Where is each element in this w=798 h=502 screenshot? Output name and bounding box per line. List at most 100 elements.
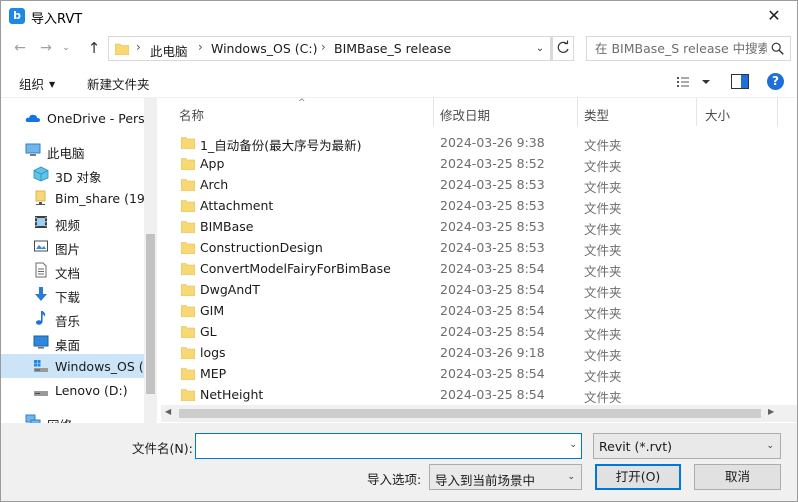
import-options-value: 导入到当前场景中 <box>435 473 536 488</box>
file-list-horizontal-scrollbar[interactable]: ◀ ▶ <box>161 405 780 422</box>
file-row[interactable]: DwgAndT 2024-03-25 8:54 文件夹 <box>161 279 777 300</box>
file-list-vertical-scrollbar[interactable] <box>780 98 797 405</box>
nav-item-music[interactable]: 音乐 <box>1 306 144 330</box>
search-icon[interactable] <box>771 42 784 55</box>
breadcrumb-drive-c[interactable]: Windows_OS (C:) <box>211 41 318 56</box>
network-icon <box>25 414 41 423</box>
chevron-down-icon[interactable]: ⌄ <box>569 440 577 450</box>
file-row[interactable]: 1_自动备份(最大序号为最新) 2024-03-26 9:38 文件夹 <box>161 132 777 153</box>
nav-item-pictures[interactable]: 图片 <box>1 234 144 258</box>
address-dropdown-button[interactable]: ⌄ <box>530 36 551 61</box>
file-type: 文件夹 <box>584 264 622 279</box>
file-date: 2024-03-25 8:54 <box>440 282 545 297</box>
breadcrumb-this-pc[interactable]: 此电脑 <box>150 41 188 60</box>
file-row[interactable]: MEP 2024-03-25 8:54 文件夹 <box>161 363 777 384</box>
file-date: 2024-03-25 8:54 <box>440 303 545 318</box>
file-type: 文件夹 <box>584 159 622 174</box>
organize-button[interactable]: 组织 ▼ <box>19 74 55 93</box>
filename-input[interactable] <box>196 434 556 458</box>
title-bar: b 导入RVT ✕ <box>1 1 797 32</box>
nav-item-documents[interactable]: 文档 <box>1 258 144 282</box>
file-type: 文件夹 <box>584 390 622 405</box>
import-rvt-dialog: b 导入RVT ✕ ← → ⌄ ↑ › 此电脑 › Windows_OS (C:… <box>0 0 798 502</box>
network-folder-icon <box>35 190 46 205</box>
chevron-down-icon: ⌄ <box>766 441 774 451</box>
file-date: 2024-03-25 8:53 <box>440 198 545 213</box>
column-header-type[interactable]: 类型 <box>578 98 696 126</box>
nav-item-onedrive[interactable]: OneDrive - Personal <box>1 106 144 130</box>
view-options-icon[interactable] <box>674 73 718 91</box>
file-type: 文件夹 <box>584 306 622 321</box>
navigation-scrollbar-thumb[interactable] <box>146 234 155 394</box>
nav-item-lenovo-d[interactable]: Lenovo (D:) <box>1 378 144 402</box>
folder-icon <box>181 137 195 149</box>
folder-icon <box>181 347 195 359</box>
nav-item-3d-objects[interactable]: 3D 对象 <box>1 162 144 186</box>
column-separator[interactable] <box>777 98 778 126</box>
nav-item-desktop[interactable]: 桌面 <box>1 330 144 354</box>
scroll-left-icon[interactable]: ◀ <box>165 407 171 416</box>
window-title: 导入RVT <box>31 12 83 27</box>
breadcrumb-separator: › <box>321 40 326 54</box>
file-name: ConstructionDesign <box>200 240 323 255</box>
file-row[interactable]: BIMBase 2024-03-25 8:53 文件夹 <box>161 216 777 237</box>
breadcrumb-bimbase-release[interactable]: BIMBase_S release <box>334 41 451 56</box>
scroll-right-icon[interactable]: ▶ <box>768 407 774 416</box>
open-button[interactable]: 打开(O) <box>595 464 681 490</box>
file-row[interactable]: App 2024-03-25 8:52 文件夹 <box>161 153 777 174</box>
chevron-down-icon: ⌄ <box>567 472 575 482</box>
nav-item-bim-share[interactable]: Bim_share (192.168.1.2) <box>1 186 144 210</box>
command-bar: 组织 ▼ 新建文件夹 ? <box>1 64 797 98</box>
file-row[interactable]: Arch 2024-03-25 8:53 文件夹 <box>161 174 777 195</box>
folder-icon <box>181 158 195 170</box>
up-button[interactable]: ↑ <box>83 38 105 58</box>
preview-pane-icon[interactable] <box>731 74 749 89</box>
file-row[interactable]: GIM 2024-03-25 8:54 文件夹 <box>161 300 777 321</box>
file-name: Arch <box>200 177 229 192</box>
column-header-size[interactable]: 大小 <box>697 98 777 126</box>
file-name: BIMBase <box>200 219 254 234</box>
search-box <box>586 36 791 61</box>
file-name: Attachment <box>200 198 274 213</box>
file-row[interactable]: ConvertModelFairyForBimBase 2024-03-25 8:… <box>161 258 777 279</box>
forward-button[interactable]: → <box>35 38 57 58</box>
navigation-pane: OneDrive - Personal 此电脑 3D 对象 Bim_share … <box>1 98 157 423</box>
file-type: 文件夹 <box>584 180 622 195</box>
file-type: 文件夹 <box>584 138 622 153</box>
navigation-scrollbar[interactable] <box>144 98 157 423</box>
cancel-button[interactable]: 取消 <box>694 464 781 490</box>
help-icon[interactable]: ? <box>767 73 784 90</box>
file-row[interactable]: logs 2024-03-26 9:18 文件夹 <box>161 342 777 363</box>
file-row[interactable]: NetHeight 2024-03-25 8:54 文件夹 <box>161 384 777 405</box>
nav-item-windows-os-c[interactable]: Windows_OS (C:) <box>1 354 144 378</box>
new-folder-button[interactable]: 新建文件夹 <box>87 74 150 93</box>
address-bar[interactable]: › 此电脑 › Windows_OS (C:) › BIMBase_S rele… <box>108 36 552 61</box>
file-name: App <box>200 156 225 171</box>
column-header-name[interactable]: 名称 <box>161 98 433 126</box>
file-row[interactable]: GL 2024-03-25 8:54 文件夹 <box>161 321 777 342</box>
dialog-footer: 文件名(N): ⌄ Revit (*.rvt) ⌄ 导入选项: 导入到当前场景中… <box>1 423 797 501</box>
file-type-select[interactable]: Revit (*.rvt) ⌄ <box>593 433 781 459</box>
file-name: logs <box>200 345 226 360</box>
nav-item-network[interactable]: 网络 <box>1 410 144 423</box>
file-type: 文件夹 <box>584 285 622 300</box>
folder-icon <box>181 179 195 191</box>
search-input[interactable] <box>587 37 767 60</box>
nav-item-downloads[interactable]: 下载 <box>1 282 144 306</box>
nav-item-this-pc[interactable]: 此电脑 <box>1 138 144 162</box>
file-row[interactable]: Attachment 2024-03-25 8:53 文件夹 <box>161 195 777 216</box>
nav-item-videos[interactable]: 视频 <box>1 210 144 234</box>
file-date: 2024-03-25 8:54 <box>440 261 545 276</box>
back-button[interactable]: ← <box>9 38 31 58</box>
file-date: 2024-03-25 8:54 <box>440 324 545 339</box>
refresh-icon[interactable] <box>552 36 574 61</box>
column-header-date[interactable]: 修改日期 <box>434 98 577 126</box>
import-options-select[interactable]: 导入到当前场景中 ⌄ <box>429 464 582 490</box>
app-icon: b <box>9 8 25 24</box>
recent-locations-button[interactable]: ⌄ <box>59 38 73 58</box>
filename-label: 文件名(N): <box>132 441 193 456</box>
file-name: ConvertModelFairyForBimBase <box>200 261 391 276</box>
close-button[interactable]: ✕ <box>751 1 797 32</box>
horizontal-scrollbar-thumb[interactable] <box>179 409 761 418</box>
file-row[interactable]: ConstructionDesign 2024-03-25 8:53 文件夹 <box>161 237 777 258</box>
